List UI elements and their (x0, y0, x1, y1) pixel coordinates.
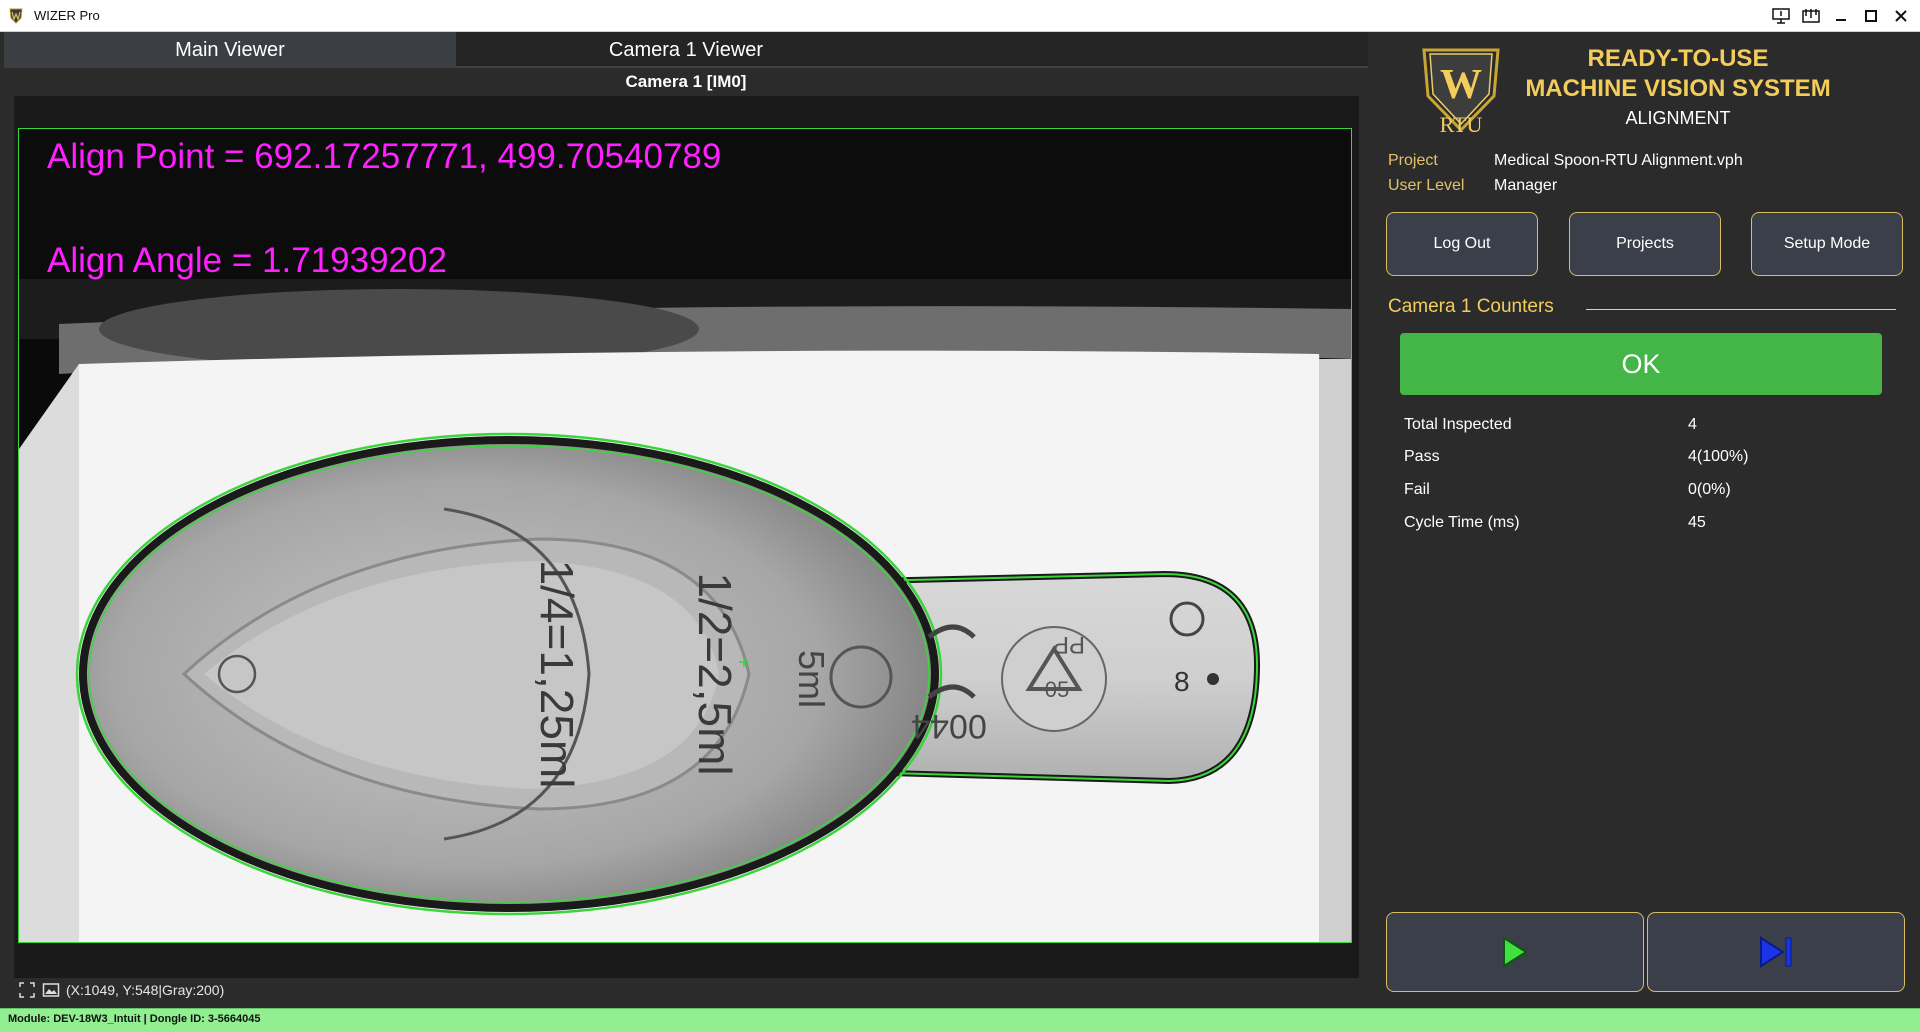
setup-mode-button[interactable]: Setup Mode (1751, 212, 1903, 276)
total-inspected-value: 4 (1688, 416, 1697, 433)
tab-main-viewer[interactable]: Main Viewer (4, 32, 456, 68)
camera-title: Camera 1 [IM0] (625, 72, 747, 91)
counters-divider (1586, 309, 1896, 310)
play-icon (1503, 936, 1528, 968)
screen-icon[interactable] (1768, 4, 1794, 28)
handle-number-marking: 8 (1174, 666, 1190, 697)
settings-icon[interactable] (1798, 4, 1824, 28)
align-point-text: Align Point = 692.17257771, 499.70540789 (47, 137, 722, 176)
image-status-line: (X:1049, Y:548|Gray:200) (18, 980, 224, 1000)
project-label: Project (1388, 152, 1438, 169)
align-angle-text: Align Angle = 1.71939202 (47, 241, 447, 280)
minimize-icon[interactable] (1828, 4, 1854, 28)
tab-camera-1-viewer[interactable]: Camera 1 Viewer (456, 32, 916, 68)
image-icon[interactable] (42, 981, 60, 999)
pass-label: Pass (1404, 448, 1440, 465)
fit-screen-icon[interactable] (18, 981, 36, 999)
project-value: Medical Spoon-RTU Alignment.vph (1494, 152, 1743, 169)
svg-text:W: W (1440, 62, 1482, 108)
module-info: Module: DEV-18W3_Intuit | Dongle ID: 3-5… (8, 1013, 261, 1025)
step-button[interactable] (1647, 912, 1905, 992)
module-status-bar: Module: DEV-18W3_Intuit | Dongle ID: 3-5… (0, 1008, 1920, 1032)
pixel-coordinates: (X:1049, Y:548|Gray:200) (66, 982, 225, 998)
log-out-button[interactable]: Log Out (1386, 212, 1538, 276)
system-mode: ALIGNMENT (1625, 108, 1731, 128)
recycle-code-marking: 05 (1045, 677, 1069, 702)
app-logo-icon (9, 8, 23, 24)
recycle-pp-marking: PP (1053, 631, 1085, 658)
bowl-marking-2: 1/2=2,5ml (689, 572, 741, 775)
user-level-label: User Level (1388, 177, 1465, 194)
counters-title: Camera 1 Counters (1388, 296, 1554, 317)
control-panel: W RTU READY-TO-USE MACHINE VISION SYSTEM… (1370, 32, 1920, 1008)
cycle-time-label: Cycle Time (ms) (1404, 514, 1520, 531)
viewer-tabs: Main Viewer Camera 1 Viewer (4, 32, 1368, 68)
bowl-marking-1: 1/4=1,25ml (531, 560, 583, 789)
maximize-icon[interactable] (1858, 4, 1884, 28)
step-forward-icon (1760, 936, 1792, 968)
title-bar: WIZER Pro (0, 0, 1920, 32)
pass-value: 4(100%) (1688, 448, 1749, 465)
handle-code-marking: 0044 (911, 707, 987, 745)
projects-button[interactable]: Projects (1569, 212, 1721, 276)
fail-value: 0(0%) (1688, 481, 1731, 498)
camera-image[interactable]: 1/4=1,25ml 1/2=2,5ml 5ml 0044 05 PP 8 Al… (18, 128, 1352, 943)
svg-text:RTU: RTU (1440, 112, 1483, 137)
fail-label: Fail (1404, 481, 1430, 498)
user-level-value: Manager (1494, 177, 1558, 194)
total-inspected-label: Total Inspected (1404, 416, 1512, 433)
window-title: WIZER Pro (34, 8, 100, 23)
cycle-time-value: 45 (1688, 514, 1706, 531)
close-icon[interactable] (1888, 4, 1914, 28)
run-button[interactable] (1386, 912, 1644, 992)
window-controls (1768, 4, 1914, 28)
system-headline: READY-TO-USE MACHINE VISION SYSTEM (1525, 45, 1831, 102)
handle-ml-marking: 5ml (791, 650, 832, 708)
inspection-status-badge: OK (1400, 333, 1882, 395)
rtu-logo: W RTU (1422, 48, 1500, 137)
